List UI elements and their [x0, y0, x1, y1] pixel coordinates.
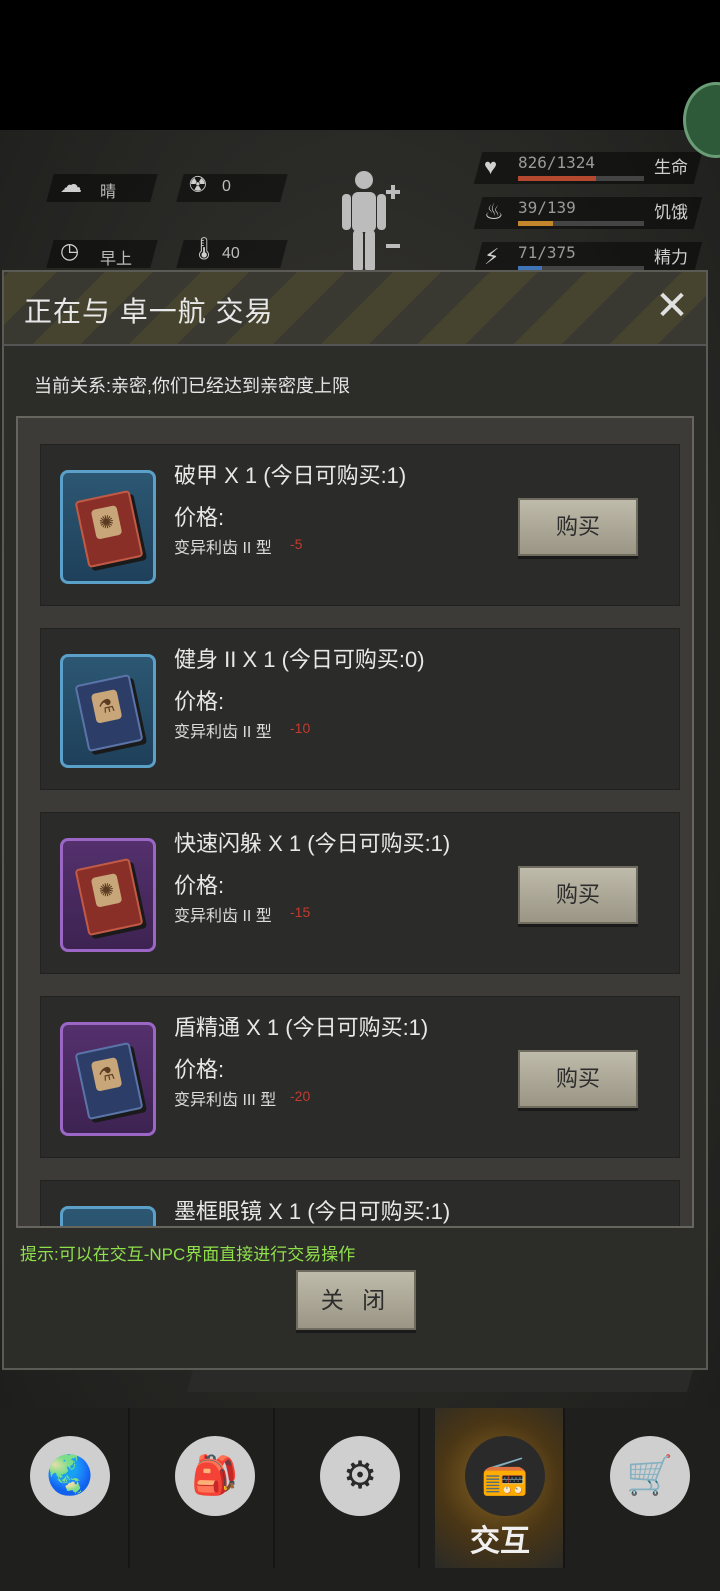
price-cost: -20 — [290, 1088, 311, 1104]
price-label: 价格: — [174, 873, 225, 898]
nav-interact-label: 交互 — [470, 1525, 530, 1558]
relation-status: 当前关系:亲密,你们已经达到亲密度上限 — [34, 376, 351, 396]
trade-item: ✺ 快速闪躲 X 1 (今日可购买:1) 价格: 变异利齿 II 型 -15 购… — [40, 812, 680, 974]
backpack-icon: 🎒 — [175, 1436, 255, 1516]
trade-dialog: 正在与 卓一航 交易 ✕ 当前关系:亲密,你们已经达到亲密度上限 ✺ 破甲 X … — [2, 270, 708, 1370]
price-label: 价格: — [174, 1057, 225, 1082]
price-cost: -15 — [290, 904, 311, 920]
trade-item: 墨框眼镜 X 1 (今日可购买:1) — [40, 1180, 680, 1226]
trade-item: ⚗ 盾精通 X 1 (今日可购买:1) 价格: 变异利齿 III 型 -20 购… — [40, 996, 680, 1158]
hint-text: 提示:可以在交互-NPC界面直接进行交易操作 — [20, 1245, 356, 1264]
stomach-icon: ♨ — [484, 199, 504, 224]
price-item: 变异利齿 II 型 — [174, 540, 272, 557]
skill-book-icon: ✺ — [74, 489, 144, 569]
trade-item-list[interactable]: ✺ 破甲 X 1 (今日可购买:1) 价格: 变异利齿 II 型 -5 购买 ⚗… — [16, 416, 694, 1228]
nav-interact[interactable]: 📻 交互 — [435, 1408, 565, 1568]
health-bar-fill — [518, 176, 597, 181]
trade-item: ✺ 破甲 X 1 (今日可购买:1) 价格: 变异利齿 II 型 -5 购买 — [40, 444, 680, 606]
health-stat: ♥ 826/1324 生命 — [473, 150, 703, 190]
price-item: 变异利齿 II 型 — [174, 908, 272, 925]
cart-icon: 🛒 — [610, 1436, 690, 1516]
walkie-talkie-icon: 📻 — [465, 1436, 545, 1516]
skill-book-icon: ✺ — [74, 857, 144, 937]
nav-map[interactable]: 🌏 — [0, 1408, 130, 1568]
radiation-icon: ☢ — [188, 172, 208, 197]
head-gears-icon: ⚙ — [320, 1436, 400, 1516]
body-status-icon[interactable] — [340, 168, 400, 273]
item-icon-frame: ⚗ — [60, 1022, 156, 1136]
price-item: 变异利齿 II 型 — [174, 724, 272, 741]
hunger-bar-fill — [518, 221, 554, 226]
buy-button[interactable]: 购买 — [518, 866, 638, 924]
item-name: 盾精通 X 1 (今日可购买:1) — [174, 1015, 429, 1040]
item-icon-frame: ✺ — [60, 838, 156, 952]
trade-item: ⚗ 健身 II X 1 (今日可购买:0) 价格: 变异利齿 II 型 -10 — [40, 628, 680, 790]
item-name: 墨框眼镜 X 1 (今日可购买:1) — [174, 1199, 451, 1224]
buy-button[interactable]: 购买 — [518, 498, 638, 556]
nav-inventory[interactable]: 🎒 — [145, 1408, 275, 1568]
close-button[interactable]: 关 闭 — [296, 1270, 416, 1330]
item-name: 破甲 X 1 (今日可购买:1) — [174, 463, 407, 488]
price-cost: -5 — [290, 536, 303, 552]
dialog-header: 正在与 卓一航 交易 ✕ — [4, 272, 706, 346]
nav-shop[interactable]: 🛒 — [580, 1408, 710, 1568]
price-label: 价格: — [174, 689, 225, 714]
close-icon[interactable]: ✕ — [652, 286, 692, 326]
price-item: 变异利齿 III 型 — [174, 1092, 277, 1109]
item-name: 健身 II X 1 (今日可购买:0) — [174, 647, 425, 672]
lightning-icon: ⚡ — [484, 244, 500, 269]
skill-book-icon: ⚗ — [74, 1041, 144, 1121]
cloud-sun-icon: ☁ — [60, 172, 82, 197]
temperature-value: 40 — [222, 245, 240, 262]
radiation-value: 0 — [222, 178, 231, 195]
thermometer-icon: 🌡 — [190, 236, 218, 261]
item-icon-frame — [60, 1206, 156, 1226]
item-name: 快速闪躲 X 1 (今日可购买:1) — [174, 831, 451, 856]
buy-button[interactable]: 购买 — [518, 1050, 638, 1108]
globe-icon: 🌏 — [30, 1436, 110, 1516]
price-cost: -10 — [290, 720, 311, 736]
heart-pulse-icon: ♥ — [484, 154, 498, 179]
item-icon-frame: ⚗ — [60, 654, 156, 768]
nav-skills[interactable]: ⚙ — [290, 1408, 420, 1568]
clock-icon: ◷ — [60, 238, 80, 263]
time-label: 早上 — [100, 251, 133, 268]
subtab-strip — [187, 1370, 693, 1392]
price-label: 价格: — [174, 505, 225, 530]
dialog-title: 正在与 卓一航 交易 — [24, 296, 274, 327]
weather-label: 晴 — [100, 184, 117, 201]
item-icon-frame: ✺ — [60, 470, 156, 584]
skill-book-icon: ⚗ — [74, 673, 144, 753]
bottom-nav: 🌏 🎒 ⚙ 📻 交互 🛒 — [0, 1408, 720, 1591]
hunger-stat: ♨ 39/139 饥饿 — [473, 195, 703, 235]
